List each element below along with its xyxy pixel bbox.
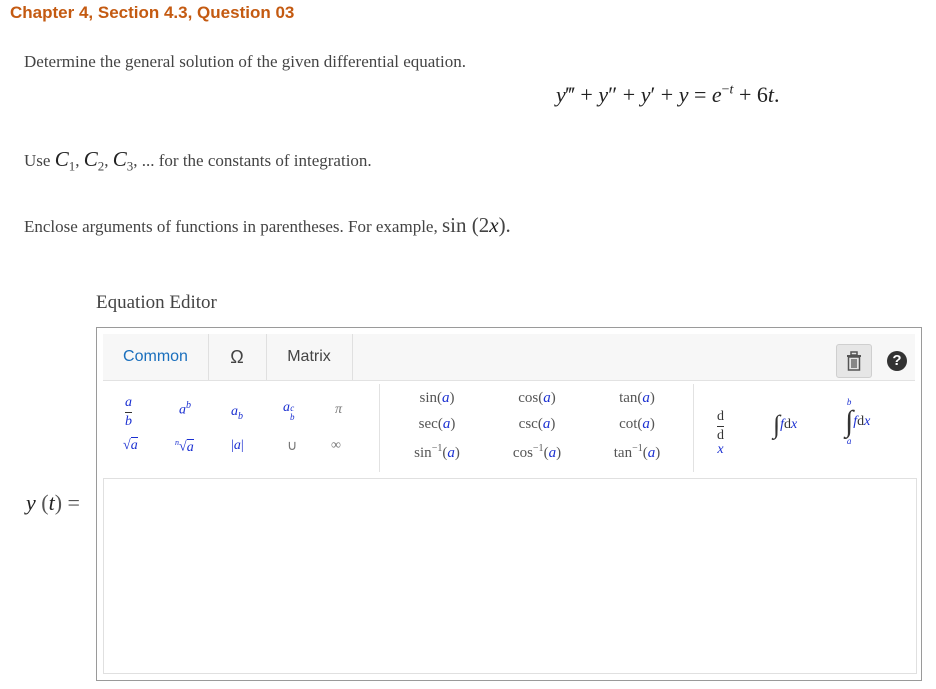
question-title: Chapter 4, Section 4.3, Question 03 xyxy=(10,3,295,22)
cot-button[interactable]: cot(a) xyxy=(597,416,677,433)
editor-tab-bar: Common Ω Matrix ? xyxy=(103,334,915,381)
differential-equation: y‴ + y″ + y′ + y = e−t + 6t. xyxy=(556,82,780,107)
pi-button[interactable]: π xyxy=(335,402,342,418)
help-button[interactable]: ? xyxy=(879,344,915,378)
derivative-button[interactable]: ddx xyxy=(717,410,724,457)
constants-instruction: Use C1, C2, C3, ... for the constants of… xyxy=(24,147,372,174)
subscript-button[interactable]: ab xyxy=(231,404,243,422)
union-button[interactable]: ∪ xyxy=(287,438,297,455)
tab-common[interactable]: Common xyxy=(103,334,209,380)
arcsin-button[interactable]: sin−1(a) xyxy=(397,443,477,462)
use-suffix: for the constants of integration. xyxy=(158,151,372,170)
sin-button[interactable]: sin(a) xyxy=(397,390,477,407)
integral-button[interactable]: ∫fdx xyxy=(773,410,797,440)
equation-editor: Common Ω Matrix ? ab √a ab n√a ab |a| a … xyxy=(96,327,922,681)
infinity-button[interactable]: ∞ xyxy=(331,438,341,454)
absolute-value-button[interactable]: |a| xyxy=(231,438,244,454)
sqrt-button[interactable]: √a xyxy=(123,437,138,454)
answer-input[interactable] xyxy=(103,478,917,674)
tab-omega[interactable]: Ω xyxy=(208,334,267,380)
help-icon: ? xyxy=(887,351,907,371)
sec-button[interactable]: sec(a) xyxy=(397,416,477,433)
use-prefix: Use xyxy=(24,151,51,170)
power-button[interactable]: ab xyxy=(179,400,191,419)
arccos-button[interactable]: cos−1(a) xyxy=(497,443,577,462)
fraction-button[interactable]: ab xyxy=(125,396,132,429)
cos-button[interactable]: cos(a) xyxy=(497,390,577,407)
csc-button[interactable]: csc(a) xyxy=(497,416,577,433)
symbol-palette: ab √a ab n√a ab |a| acb ∪ π ∞ sin(a) cos… xyxy=(103,384,915,472)
answer-label: y (t) = xyxy=(26,490,80,515)
enclose-text: Enclose arguments of functions in parent… xyxy=(24,217,438,236)
trash-icon xyxy=(847,351,861,371)
equation-editor-label: Equation Editor xyxy=(96,292,217,313)
nth-root-button[interactable]: n√a xyxy=(175,438,194,456)
trash-button[interactable] xyxy=(836,344,872,378)
tan-button[interactable]: tan(a) xyxy=(597,390,677,407)
definite-integral-button[interactable]: b ∫ a fdx xyxy=(845,398,870,446)
sub-superscript-button[interactable]: acb xyxy=(283,400,295,422)
tab-matrix[interactable]: Matrix xyxy=(266,334,353,380)
arctan-button[interactable]: tan−1(a) xyxy=(597,443,677,462)
enclose-instruction: Enclose arguments of functions in parent… xyxy=(24,213,511,237)
question-prompt: Determine the general solution of the gi… xyxy=(24,52,467,71)
